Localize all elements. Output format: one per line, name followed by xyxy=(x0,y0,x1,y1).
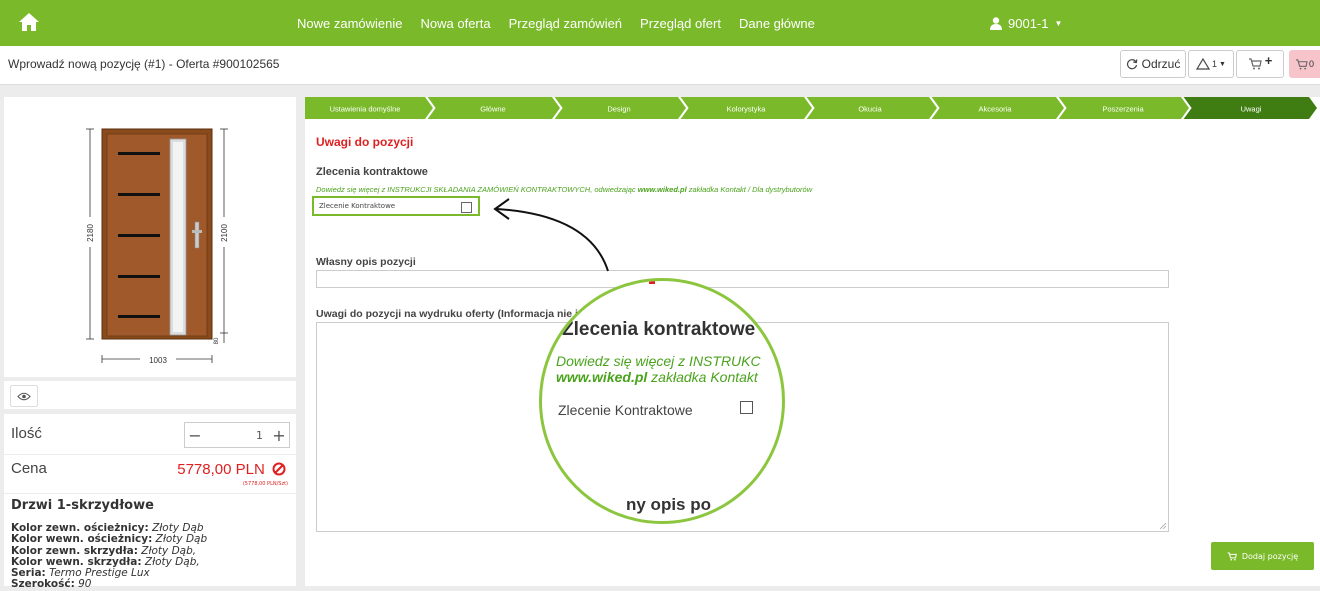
svg-text:Ustawienia domyślne: Ustawienia domyślne xyxy=(330,105,401,114)
user-menu[interactable]: 9001-1 ▼ xyxy=(990,0,1062,46)
price-label: Cena xyxy=(11,460,47,477)
cart-count: 0 xyxy=(1308,59,1314,69)
price-value: 5778,00 PLN xyxy=(177,461,286,478)
product-preview: 1003 2180 2100 80 xyxy=(4,97,296,377)
nav-master-data[interactable]: Dane główne xyxy=(739,16,815,31)
nav-new-offer[interactable]: Nowa oferta xyxy=(421,16,491,31)
svg-text:Poszerzenia: Poszerzenia xyxy=(1102,105,1144,114)
price-amount: 5778,00 PLN xyxy=(177,461,265,478)
step-colors[interactable]: Kolorystyka xyxy=(679,97,812,119)
contract-order-label: Zlecenie Kontraktowe xyxy=(319,202,396,210)
quantity-input[interactable]: 1 xyxy=(205,429,269,442)
caret-down-icon: ▼ xyxy=(1219,60,1226,68)
reject-label: Odrzuć xyxy=(1141,57,1181,71)
top-navbar: Nowe zamówienie Nowa oferta Przegląd zam… xyxy=(0,0,1320,46)
refresh-icon xyxy=(1126,59,1138,70)
main-nav: Nowe zamówienie Nowa oferta Przegląd zam… xyxy=(297,0,815,46)
zoom-info-line-2: www.wiked.pl zakładka Kontakt xyxy=(556,369,758,385)
cart-button[interactable]: 0 xyxy=(1289,50,1320,78)
zoom-contract-heading: Zlecenia kontraktowe xyxy=(562,319,756,340)
quantity-label: Ilość xyxy=(11,425,42,442)
svg-text:Uwagi: Uwagi xyxy=(1241,105,1262,114)
product-properties: Kolor zewn. ościeżnicy: Złoty Dąb Kolor … xyxy=(11,522,291,591)
page-title: Wprowadź nową pozycję (#1) - Oferta #900… xyxy=(8,57,280,71)
step-remarks[interactable]: Uwagi xyxy=(1182,97,1317,119)
step-main[interactable]: Główne xyxy=(426,97,560,119)
section-title: Uwagi do pozycji xyxy=(316,135,414,149)
svg-text:Akcesoria: Akcesoria xyxy=(979,105,1013,114)
cart-icon xyxy=(1295,58,1308,70)
wiked-link[interactable]: www.wiked.pl xyxy=(638,185,687,194)
own-description-input[interactable] xyxy=(316,270,1169,288)
door-drawing: 1003 2180 2100 80 xyxy=(84,128,230,365)
warnings-button[interactable]: 1 ▼ xyxy=(1188,50,1234,78)
user-name: 9001-1 xyxy=(1008,15,1049,31)
add-position-button[interactable]: Dodaj pozycję xyxy=(1211,542,1314,570)
zoom-own-description-label: ny opis po xyxy=(626,495,711,514)
caret-down-icon: ▼ xyxy=(1054,18,1063,28)
quantity-increment-button[interactable]: + xyxy=(269,426,289,445)
cart-icon xyxy=(1248,58,1262,70)
warnings-count: 1 xyxy=(1212,59,1218,69)
nav-offers-overview[interactable]: Przegląd ofert xyxy=(640,16,721,31)
plus-icon: + xyxy=(1264,52,1273,68)
page-header: Wprowadź nową pozycję (#1) - Oferta #900… xyxy=(0,46,1320,85)
quantity-stepper: − 1 + xyxy=(184,422,290,448)
zoom-contract-order-checkbox xyxy=(740,401,753,414)
step-fittings[interactable]: Okucia xyxy=(805,97,937,119)
svg-text:Okucia: Okucia xyxy=(858,105,882,114)
nav-orders-overview[interactable]: Przegląd zamówień xyxy=(509,16,622,31)
warning-icon xyxy=(1196,58,1211,70)
step-accessories[interactable]: Akcesoria xyxy=(930,97,1064,119)
quantity-decrement-button[interactable]: − xyxy=(185,426,205,445)
add-to-cart-button[interactable]: + xyxy=(1236,50,1284,78)
step-extensions[interactable]: Poszerzenia xyxy=(1057,97,1189,119)
svg-text:Design: Design xyxy=(607,105,630,114)
home-icon[interactable] xyxy=(18,12,40,32)
step-default-settings[interactable]: Ustawienia domyślne xyxy=(305,97,433,119)
cart-icon xyxy=(1227,551,1237,560)
frame-height-dimension: 2180 xyxy=(86,224,95,242)
eye-icon xyxy=(17,392,31,400)
own-description-label: Własny opis pozycji xyxy=(316,256,416,268)
contract-order-checkbox[interactable] xyxy=(461,202,472,213)
zoom-info-line: Dowiedz się więcej z INSTRUKC xyxy=(556,353,761,369)
property-row: Szerokość: 90 xyxy=(11,578,92,591)
price-per-unit: (5778,00 PLN/Szt) xyxy=(242,481,288,487)
wizard-steps: Ustawienia domyślne Główne Design Kolory… xyxy=(305,97,1317,119)
red-marker xyxy=(649,281,655,284)
preview-toolbar xyxy=(4,381,296,409)
step-design[interactable]: Design xyxy=(553,97,686,119)
svg-text:Główne: Główne xyxy=(480,105,505,114)
nav-new-order[interactable]: Nowe zamówienie xyxy=(297,16,403,31)
resize-handle-icon[interactable] xyxy=(1160,523,1166,529)
user-icon xyxy=(990,16,1002,30)
view-button[interactable] xyxy=(10,385,38,407)
add-position-label: Dodaj pozycję xyxy=(1241,551,1299,561)
contract-order-row: Zlecenie Kontraktowe xyxy=(312,196,480,216)
price-row: Cena 5778,00 PLN (5778,00 PLN/Szt) xyxy=(4,455,296,493)
width-dimension: 1003 xyxy=(149,356,167,365)
contract-heading: Zlecenia kontraktowe xyxy=(316,166,428,178)
callout-arrow xyxy=(493,198,609,272)
quantity-row: Ilość − 1 + xyxy=(4,414,296,454)
print-remarks-label: Uwagi do pozycji na wydruku oferty (Info… xyxy=(316,308,584,320)
main-panel: Ustawienia domyślne Główne Design Kolory… xyxy=(305,97,1320,586)
product-name: Drzwi 1-skrzydłowe xyxy=(11,498,154,513)
zoom-callout: Zlecenia kontraktowe Dowiedz się więcej … xyxy=(539,278,785,524)
no-entry-icon xyxy=(272,462,286,476)
zoom-contract-order-label: Zlecenie Kontraktowe xyxy=(558,402,693,418)
reject-button[interactable]: Odrzuć xyxy=(1120,50,1186,78)
contract-info: Dowiedz się więcej z INSTRUKCJI SKŁADANI… xyxy=(316,185,813,194)
leaf-height-dimension: 2100 xyxy=(220,224,229,242)
bottom-dimension: 80 xyxy=(214,337,220,344)
svg-text:Kolorystyka: Kolorystyka xyxy=(727,105,767,114)
